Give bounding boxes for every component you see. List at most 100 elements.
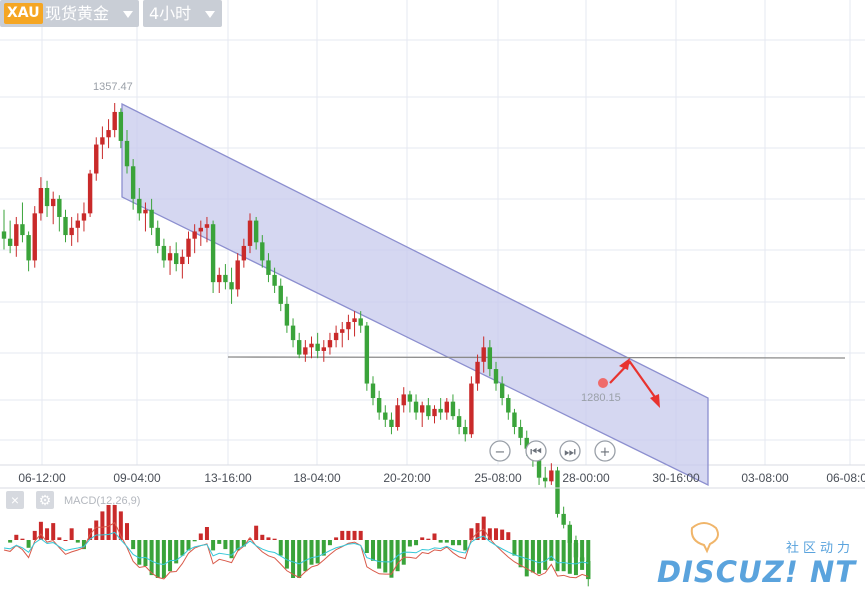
macd-bar	[586, 540, 591, 576]
candle-body	[290, 325, 296, 341]
macd-histogram	[8, 505, 591, 578]
macd-bar	[8, 540, 13, 543]
macd-settings-button[interactable]: ⚙	[36, 491, 54, 509]
watermark-tagline: 社区动力	[785, 541, 854, 556]
x-tick-label: 03-08:00	[741, 471, 789, 485]
candle-body	[63, 216, 68, 236]
macd-bar	[432, 533, 437, 540]
candle-body	[1, 231, 7, 239]
macd-bar	[266, 537, 271, 540]
candle-body	[555, 470, 560, 514]
candle-body	[475, 361, 480, 384]
x-tick-label: 20-20:00	[383, 471, 431, 485]
x-tick-label: 06-08:00	[826, 471, 865, 485]
macd-bar	[45, 528, 50, 540]
zoom-in-button[interactable]: +	[594, 440, 616, 462]
macd-bar	[149, 540, 154, 576]
candle-body	[346, 321, 351, 330]
step-back-button[interactable]: ⏮	[525, 440, 547, 462]
candle-body	[143, 209, 148, 214]
macd-bar	[161, 540, 166, 578]
candle-body	[149, 209, 154, 228]
macd-label: MACD(12,26,9)	[64, 495, 140, 507]
macd-bar	[75, 540, 80, 543]
watermark-brand: DISCUZ! NT	[657, 555, 856, 589]
macd-bar	[518, 540, 523, 568]
chevron-down-icon	[205, 11, 215, 18]
candle-body	[241, 245, 247, 261]
grid	[0, 0, 865, 465]
candle-body	[204, 224, 210, 228]
candle-body	[389, 419, 394, 427]
candle-body	[112, 111, 117, 131]
candle-body	[247, 220, 253, 246]
x-tick-label: 30-16:00	[652, 471, 700, 485]
x-tick-label: 18-04:00	[293, 471, 341, 485]
candle-body	[7, 238, 13, 246]
step-forward-glyph: ⏭	[564, 445, 576, 460]
macd-bar	[125, 523, 129, 540]
macd-bar	[561, 540, 566, 572]
candle-body	[87, 173, 93, 214]
candle-body	[450, 401, 456, 417]
candle-body	[536, 459, 542, 478]
macd-bar	[14, 534, 19, 540]
macd-bar	[131, 540, 136, 550]
candle-body	[364, 325, 370, 384]
candle-body	[383, 412, 388, 420]
macd-bar	[555, 540, 560, 572]
support-line	[227, 356, 846, 359]
candle-body	[426, 405, 431, 417]
step-forward-button[interactable]: ⏭	[559, 440, 581, 462]
macd-bar	[57, 537, 62, 540]
candle-body	[26, 235, 31, 261]
macd-bar	[371, 540, 375, 561]
candle-body	[51, 198, 56, 207]
macd-bar	[573, 540, 578, 576]
macd-bar	[272, 538, 277, 540]
candle-body	[333, 332, 339, 341]
macd-bar	[463, 540, 468, 551]
symbol-selector[interactable]: XAU 现货黄金	[0, 0, 139, 27]
macd-bar	[334, 537, 339, 540]
candle-body	[217, 274, 222, 283]
candle-body	[506, 398, 511, 413]
candle-body	[235, 260, 240, 290]
candle-body	[180, 256, 185, 265]
candle-body	[370, 383, 376, 399]
candle-body	[493, 369, 499, 384]
low-marker	[598, 378, 608, 388]
candle-body	[272, 274, 277, 286]
macd-bar	[414, 540, 419, 546]
macd-bar	[284, 540, 289, 569]
candle-body	[57, 198, 62, 217]
price-chart[interactable]: 1357.47 1280.15 − ⏮ ⏭ +06-12:00 09-04:00 13-16:…	[0, 0, 865, 591]
x-tick-label: 25-08:00	[474, 471, 522, 485]
macd-bar	[352, 530, 357, 540]
macd-bar	[69, 528, 74, 540]
candle-body	[420, 405, 425, 413]
candle-body	[155, 227, 160, 246]
candle-body	[253, 220, 259, 243]
macd-bar	[309, 540, 314, 565]
candle-body	[229, 282, 234, 290]
macd-bar	[537, 540, 542, 574]
candle-body	[456, 416, 462, 427]
macd-bar	[204, 527, 209, 540]
timeframe-selector[interactable]: 4小时	[143, 0, 222, 27]
macd-bar	[303, 540, 308, 572]
candle-body	[100, 137, 105, 145]
macd-bar	[51, 523, 56, 540]
candle-body	[407, 394, 413, 402]
macd-bar	[457, 540, 462, 546]
zoom-out-button[interactable]: −	[489, 440, 511, 462]
low-price-label: 1280.15	[581, 392, 621, 404]
candle-body	[81, 213, 87, 221]
candle-body	[32, 213, 37, 261]
macd-bar	[346, 530, 351, 540]
macd-close-button[interactable]: ×	[6, 491, 24, 509]
chart-stage: 1357.47 1280.15 − ⏮ ⏭ +06-12:00 09-04:00 13-16:…	[0, 0, 865, 591]
macd-bar	[543, 540, 548, 570]
zoom-out-glyph: −	[495, 445, 506, 460]
macd-bar	[383, 540, 388, 573]
